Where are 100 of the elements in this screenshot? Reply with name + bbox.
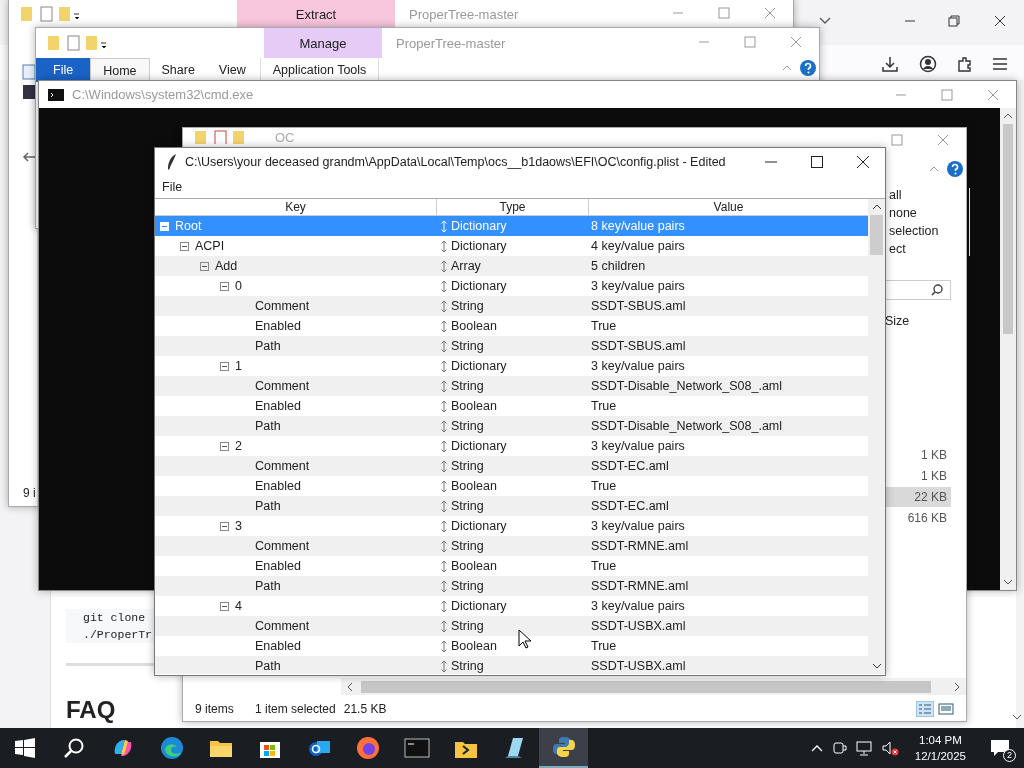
- collapse-icon[interactable]: [220, 521, 229, 531]
- type-text: String: [451, 459, 484, 473]
- file-size[interactable]: 616 KB: [883, 508, 951, 528]
- date-text: 12/1/2025: [914, 749, 966, 764]
- key-text: Comment: [255, 619, 310, 633]
- collapse-ribbon-icon[interactable]: [781, 63, 793, 73]
- tree-row[interactable]: 1 Dictionary 3 key/value pairs: [155, 356, 868, 376]
- caret-up-icon[interactable]: [810, 743, 823, 753]
- up-down-arrow-icon: [440, 319, 448, 333]
- context-tab[interactable]: Extract: [237, 0, 395, 29]
- key-text: 2: [235, 439, 242, 453]
- tree-row[interactable]: 2 Dictionary 3 key/value pairs: [155, 436, 868, 456]
- wave-logo-icon: [159, 736, 184, 760]
- ribbon-tab[interactable]: View: [206, 58, 258, 82]
- notifications-button[interactable]: 2: [982, 728, 1018, 768]
- scrollbar[interactable]: [1000, 108, 1016, 590]
- scrollbar[interactable]: [868, 199, 885, 674]
- device-icon[interactable]: [830, 740, 847, 756]
- windows-logo-icon: [14, 738, 35, 758]
- account-icon[interactable]: [919, 55, 937, 73]
- back-arrow-icon[interactable]: [21, 150, 37, 164]
- volume-muted-icon[interactable]: [880, 740, 899, 756]
- type-text: Dictionary: [451, 439, 507, 453]
- scroll-right-icon[interactable]: [952, 681, 962, 692]
- ribbon-command[interactable]: none: [889, 206, 969, 220]
- scroll-thumb[interactable]: [1003, 124, 1013, 334]
- collapse-icon[interactable]: [220, 281, 229, 291]
- tree-row[interactable]: Path String SSDT-Disable_Network_S08_.aml: [155, 416, 868, 436]
- scroll-thumb[interactable]: [870, 215, 883, 255]
- scroll-up-icon[interactable]: [871, 203, 882, 211]
- value-text: SSDT-EC.aml: [591, 459, 669, 473]
- window-title: C:\Windows\system32\cmd.exe: [72, 87, 254, 102]
- file-size[interactable]: 1 KB: [883, 445, 951, 465]
- tree-row[interactable]: Enabled Boolean True: [155, 556, 868, 576]
- network-icon[interactable]: [854, 740, 873, 756]
- restore-icon[interactable]: [947, 14, 961, 28]
- scrollbar[interactable]: [341, 678, 966, 695]
- tree-row[interactable]: Path String SSDT-USBX.aml: [155, 656, 868, 674]
- ribbon-tab[interactable]: Home: [90, 58, 150, 82]
- file-size[interactable]: 22 KB: [883, 487, 951, 507]
- collapse-icon[interactable]: [220, 441, 229, 451]
- download-icon[interactable]: [881, 55, 899, 73]
- key-text: Root: [175, 219, 202, 233]
- tree-row[interactable]: Comment String SSDT-Disable_Network_S08_.aml: [155, 376, 868, 396]
- tree-row[interactable]: 3 Dictionary 3 key/value pairs: [155, 516, 868, 536]
- column-header[interactable]: Type: [437, 199, 589, 215]
- menu-icon[interactable]: [991, 55, 1009, 73]
- ribbon-command[interactable]: selection: [889, 224, 969, 238]
- clock[interactable]: 1:04 PM 12/1/2025: [906, 732, 974, 764]
- key-text: Enabled: [255, 639, 301, 653]
- tree-row[interactable]: ACPI Dictionary 4 key/value pairs: [155, 236, 868, 256]
- scroll-down-icon[interactable]: [871, 662, 882, 670]
- scroll-down-icon[interactable]: [1003, 578, 1013, 586]
- collapse-icon[interactable]: [180, 241, 189, 251]
- value-text: True: [591, 319, 617, 333]
- tree-row[interactable]: Path String SSDT-RMNE.aml: [155, 576, 868, 596]
- key-text: Comment: [255, 379, 310, 393]
- tree-row[interactable]: Path String SSDT-EC.aml: [155, 496, 868, 516]
- value-text: SSDT-RMNE.aml: [591, 579, 689, 593]
- column-header[interactable]: Value: [589, 199, 868, 215]
- collapse-icon[interactable]: [200, 261, 209, 271]
- tree-row[interactable]: Enabled Boolean True: [155, 476, 868, 496]
- puzzle-icon[interactable]: [956, 55, 974, 73]
- tree-row[interactable]: Comment String SSDT-EC.aml: [155, 456, 868, 476]
- taskbar-app[interactable]: [539, 728, 588, 768]
- scroll-down-icon[interactable]: [1012, 712, 1022, 722]
- key-text: Path: [255, 499, 281, 513]
- value-text: 3 key/value pairs: [591, 439, 685, 453]
- scroll-left-icon[interactable]: [345, 681, 355, 692]
- tree-row[interactable]: Path String SSDT-SBUS.aml: [155, 336, 868, 356]
- tree-row[interactable]: Comment String SSDT-SBUS.aml: [155, 296, 868, 316]
- ribbon-tab[interactable]: Share: [149, 58, 207, 82]
- collapse-icon[interactable]: [220, 361, 229, 371]
- file-size[interactable]: 1 KB: [883, 466, 951, 486]
- tree-row[interactable]: Comment String SSDT-RMNE.aml: [155, 536, 868, 556]
- scroll-up-icon[interactable]: [1003, 112, 1013, 120]
- ribbon-tab[interactable]: File: [36, 58, 91, 82]
- tree-row[interactable]: Enabled Boolean True: [155, 396, 868, 416]
- tree-row[interactable]: Add Array 5 children: [155, 256, 868, 276]
- tree-row[interactable]: Comment String SSDT-USBX.aml: [155, 616, 868, 636]
- help-icon[interactable]: [946, 160, 964, 178]
- tree-row[interactable]: Enabled Boolean True: [155, 316, 868, 336]
- context-tab[interactable]: Manage: [264, 28, 382, 58]
- tree-row[interactable]: 0 Dictionary 3 key/value pairs: [155, 276, 868, 296]
- close-icon[interactable]: [993, 14, 1007, 28]
- ribbon-command[interactable]: all: [889, 188, 969, 202]
- close-icon[interactable]: [856, 155, 870, 169]
- maximize-icon[interactable]: [810, 155, 824, 169]
- column-header[interactable]: Key: [155, 199, 437, 215]
- up-down-arrow-icon: [440, 279, 448, 293]
- collapse-icon[interactable]: [220, 601, 229, 611]
- type-text: Boolean: [451, 559, 497, 573]
- ribbon-command[interactable]: ect: [889, 242, 969, 256]
- help-icon[interactable]: [799, 59, 817, 77]
- window-title: C:\Users\your deceased grandm\AppData\Local\Temp\ocs__b1daows\EFI\OC\config.plist - Edited: [185, 155, 726, 169]
- up-down-arrow-icon: [440, 239, 448, 253]
- scroll-thumb[interactable]: [361, 680, 931, 693]
- collapse-ribbon-icon[interactable]: [928, 164, 940, 174]
- column-header[interactable]: Size: [885, 314, 910, 328]
- menu-item[interactable]: File: [162, 180, 183, 194]
